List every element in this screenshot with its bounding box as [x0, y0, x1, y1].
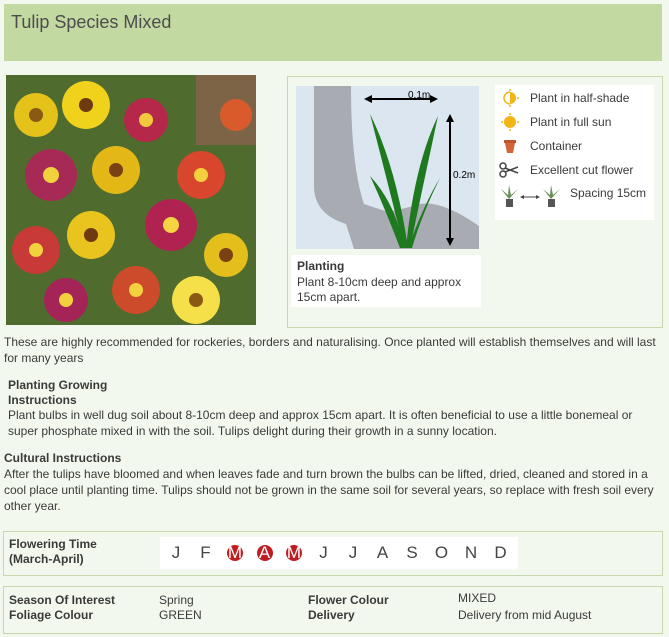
month-11: D [490, 542, 512, 564]
plant-size-diagram: 0.1m 0.2m [314, 86, 479, 249]
tulip-photo-image [6, 75, 256, 325]
legend-item-container: Container [495, 135, 654, 157]
month-1: F [195, 542, 217, 564]
spacing-icon [499, 183, 563, 209]
height-label: 0.2m [453, 170, 475, 181]
legend-item-half-shade: Plant in half-shade [495, 87, 654, 109]
width-label: 0.1m [408, 90, 430, 101]
month-5: J [313, 542, 335, 564]
month-letter: A [258, 543, 271, 562]
cultural-text: After the tulips have bloomed and when l… [4, 467, 654, 513]
scissors-icon [499, 161, 519, 179]
month-letter: D [494, 543, 507, 562]
month-letter: O [434, 543, 449, 562]
growing-heading: Planting Growing Instructions [8, 378, 107, 408]
planting-caption: Planting Plant 8-10cm deep and approx 15… [291, 255, 481, 307]
month-letter: J [319, 543, 328, 562]
care-legend: Plant in half-shade Plant in full sun Co… [495, 85, 654, 220]
legend-label: Container [530, 139, 583, 153]
month-letter: J [171, 543, 181, 562]
growing-text: Plant bulbs in well dug soil about 8-10c… [8, 408, 633, 438]
month-letter: M [227, 543, 243, 562]
month-letter: N [464, 543, 478, 562]
growing-heading-line1: Planting Growing [8, 378, 108, 392]
month-8: S [401, 542, 423, 564]
month-letter: A [376, 543, 389, 562]
title-bar: Tulip Species Mixed [4, 4, 662, 61]
season-key: Season Of Interest [9, 593, 116, 607]
product-photo [6, 75, 256, 325]
growing-heading-line2: Instructions [8, 393, 77, 407]
month-2: M [224, 542, 246, 564]
pot-icon [499, 137, 519, 155]
month-10: N [460, 542, 482, 564]
legend-label: Excellent cut flower [530, 163, 634, 177]
month-letter: J [348, 543, 358, 562]
legend-label: Plant in full sun [530, 115, 612, 129]
flower-colour-value: MIXED [458, 591, 497, 605]
month-6: J [342, 542, 364, 564]
flower-colour-key: Flower Colour [308, 593, 389, 607]
legend-label: Plant in half-shade [530, 91, 630, 105]
description: These are highly recommended for rockeri… [4, 335, 656, 365]
months-row: JFMAMJJASOND [165, 542, 515, 564]
month-letter: S [406, 543, 418, 562]
delivery-key: Delivery [308, 608, 355, 622]
month-letter: M [286, 543, 302, 562]
planting-title: Planting [297, 259, 345, 273]
month-9: O [431, 542, 453, 564]
page-title: Tulip Species Mixed [11, 12, 172, 32]
month-3: A [254, 542, 276, 564]
legend-item-full-sun: Plant in full sun [495, 111, 654, 133]
planting-diagram: 0.1m 0.2m [296, 86, 479, 249]
month-0: J [165, 542, 187, 564]
flowering-label: Flowering Time (March-April) [9, 537, 97, 567]
planting-text: Plant 8-10cm deep and approx 15cm apart. [297, 275, 462, 304]
delivery-value: Delivery from mid August [458, 608, 592, 622]
month-4: M [283, 542, 305, 564]
foliage-key: Foliage Colour [9, 608, 93, 622]
foliage-value: GREEN [159, 608, 202, 622]
legend-label: Spacing 15cm [570, 186, 647, 200]
cultural-heading: Cultural Instructions [4, 451, 122, 465]
legend-item-spacing: Spacing 15cm [495, 183, 654, 211]
month-letter: F [200, 543, 211, 562]
legend-item-cut-flower: Excellent cut flower [495, 159, 654, 181]
sun-icon [499, 113, 519, 131]
half-sun-icon [499, 89, 519, 107]
flowering-label-line1: Flowering Time [9, 537, 97, 551]
flowering-label-line2: (March-April) [9, 552, 84, 566]
month-7: A [372, 542, 394, 564]
season-value: Spring [159, 593, 194, 607]
